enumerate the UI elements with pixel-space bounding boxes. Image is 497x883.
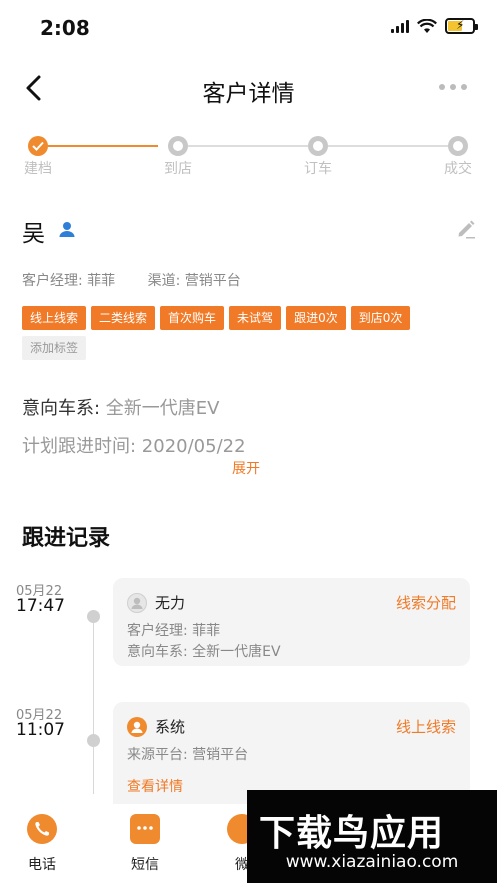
more-dot: [450, 84, 456, 90]
tag: 跟进0次: [286, 306, 346, 330]
add-tag-button[interactable]: 添加标签: [22, 336, 87, 360]
progress-steps: 建档 到店 订车 成交: [0, 130, 497, 180]
timeline-line: [93, 614, 94, 794]
edit-icon[interactable]: [455, 218, 477, 244]
message-icon: [130, 814, 160, 844]
watermark-text: 下载鸟应用: [259, 813, 445, 854]
record-line: 客户经理: 菲菲: [127, 623, 221, 639]
record-type: 线上线索: [395, 718, 456, 736]
step-done-icon: [28, 136, 48, 156]
step-line: [188, 145, 308, 147]
avatar-icon: [127, 592, 147, 613]
watermark-url: www.xiazainiao.com: [285, 852, 459, 872]
status-bar: 2:08 ⚡: [0, 0, 497, 56]
record-author: 系统: [155, 718, 186, 736]
tab-label: 电话: [28, 857, 56, 873]
record-head: 系统: [127, 716, 185, 737]
intent-label: 意向车系:: [22, 398, 106, 419]
step-label: 到店: [164, 161, 192, 177]
step-label: 订车: [304, 161, 332, 177]
view-details-link[interactable]: 查看详情: [127, 776, 183, 796]
call-button[interactable]: 电话: [12, 814, 72, 874]
tag: 首次购车: [160, 306, 225, 330]
timeline-dot: [87, 734, 100, 747]
plan-followup-time: 计划跟进时间: 2020/05/22: [22, 436, 246, 457]
step-line: [328, 145, 448, 147]
status-time: 2:08: [40, 16, 90, 40]
tag: 到店0次: [350, 306, 411, 330]
customer-header: 吴: [22, 214, 477, 248]
tag: 线上线索: [22, 306, 87, 330]
customer-channel: 渠道: 营销平台: [147, 273, 241, 289]
more-button[interactable]: [439, 84, 467, 90]
customer-manager: 客户经理: 菲菲: [22, 273, 116, 289]
wifi-icon: [417, 18, 437, 33]
step-line: [48, 145, 158, 147]
signal-icon: [391, 19, 409, 33]
timeline-dot: [87, 610, 100, 623]
more-dot: [439, 84, 445, 90]
step-pending-icon: [308, 136, 328, 156]
customer-name: 吴: [22, 221, 45, 247]
phone-icon: [27, 814, 57, 844]
page-title: 客户详情: [202, 81, 295, 107]
expand-button[interactable]: 展开: [232, 458, 260, 478]
record-head: 无力: [127, 592, 185, 613]
status-icons: ⚡: [391, 18, 478, 34]
nav-bar: 客户详情: [0, 56, 497, 120]
record-author: 无力: [155, 594, 186, 612]
tag-list: 线上线索 二类线索 首次购车 未试驾 跟进0次 到店0次 添加标签: [22, 306, 477, 360]
person-icon: [58, 220, 76, 242]
record-time: 11:07: [16, 720, 65, 740]
more-dot: [461, 84, 467, 90]
system-avatar-icon: [127, 716, 147, 737]
tag: 未试驾: [229, 306, 282, 330]
step-pending-icon: [448, 136, 468, 156]
intent-value: 全新一代唐EV: [105, 398, 220, 419]
followup-title: 跟进记录: [22, 526, 111, 551]
battery-icon: ⚡: [445, 18, 478, 34]
step-label: 成交: [444, 161, 472, 177]
record-card[interactable]: 无力 线索分配 客户经理: 菲菲 意向车系: 全新一代唐EV: [113, 578, 470, 666]
sms-button[interactable]: 短信: [115, 814, 175, 874]
customer-meta: 客户经理: 菲菲 渠道: 营销平台: [22, 270, 269, 290]
step-pending-icon: [168, 136, 188, 156]
tab-label: 短信: [131, 857, 159, 873]
record-type: 线索分配: [395, 594, 456, 612]
tag: 二类线索: [91, 306, 156, 330]
record-line: 来源平台: 营销平台: [127, 747, 249, 763]
intent-series: 意向车系: 全新一代唐EV: [22, 394, 219, 420]
record-time: 17:47: [16, 596, 65, 616]
record-line: 意向车系: 全新一代唐EV: [127, 644, 281, 660]
watermark-logo: 下载鸟应用 www.xiazainiao.com: [247, 790, 497, 883]
step-label: 建档: [24, 161, 52, 177]
